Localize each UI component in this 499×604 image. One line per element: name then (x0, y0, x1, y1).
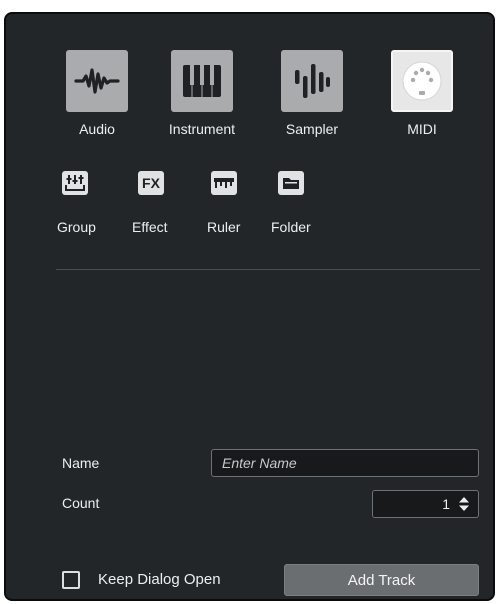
count-value: 1 (442, 496, 450, 512)
ruler-track-button[interactable] (211, 171, 237, 195)
fx-icon: FX (142, 175, 160, 191)
sampler-label: Sampler (285, 121, 339, 137)
effect-label: Effect (132, 219, 168, 235)
midi-connector-icon (402, 61, 442, 101)
midi-label: MIDI (407, 121, 437, 137)
piano-keys-icon (183, 65, 221, 97)
spin-arrows-icon[interactable] (458, 496, 470, 512)
add-track-button[interactable]: Add Track (284, 564, 479, 596)
keep-dialog-open-checkbox[interactable] (62, 571, 80, 589)
instrument-track-button[interactable] (171, 50, 233, 112)
add-track-dialog: Audio Instrument Sampler MIDI Group FX E… (4, 12, 495, 601)
group-faders-icon (65, 175, 85, 191)
ruler-icon (214, 178, 234, 188)
midi-track-button[interactable] (391, 50, 453, 112)
folder-icon (283, 178, 299, 189)
sampler-track-button[interactable] (281, 50, 343, 112)
name-input[interactable] (211, 449, 479, 477)
name-label: Name (62, 455, 100, 471)
audio-track-button[interactable] (66, 50, 128, 112)
folder-label: Folder (271, 219, 311, 235)
folder-track-button[interactable] (278, 171, 304, 195)
keep-dialog-open-label: Keep Dialog Open (98, 571, 221, 588)
group-track-button[interactable] (62, 171, 88, 195)
section-divider (56, 269, 480, 270)
instrument-label: Instrument (168, 121, 236, 137)
group-label: Group (57, 219, 96, 235)
audio-waveform-icon (74, 68, 120, 94)
ruler-label: Ruler (207, 219, 241, 235)
audio-label: Audio (79, 121, 115, 137)
sampler-bars-icon (295, 64, 330, 98)
effect-track-button[interactable]: FX (138, 171, 164, 195)
count-stepper[interactable]: 1 (372, 490, 479, 518)
count-label: Count (62, 495, 100, 511)
